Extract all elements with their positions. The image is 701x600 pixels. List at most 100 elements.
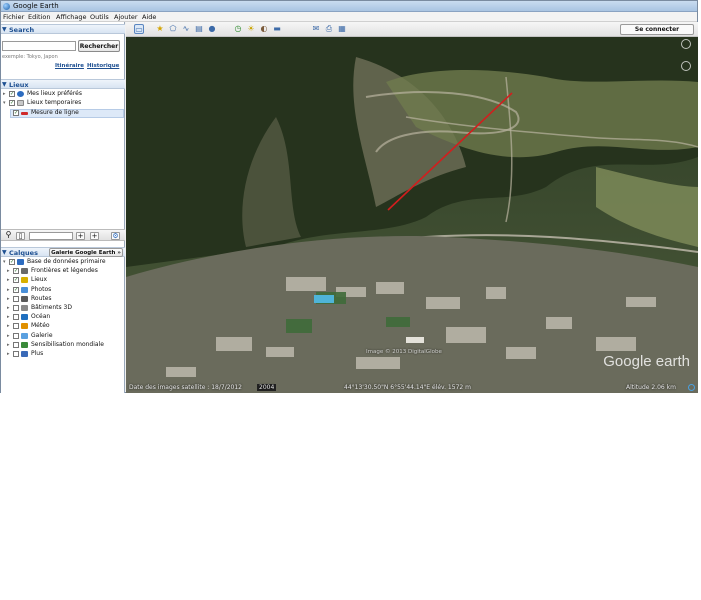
checkbox[interactable] — [13, 351, 19, 357]
search-places-icon[interactable]: ⚲ — [4, 231, 13, 240]
layer-label: Océan — [31, 313, 51, 321]
roads-icon — [21, 295, 28, 302]
checkbox[interactable]: ✓ — [13, 268, 19, 275]
expand-icon[interactable]: ▸ — [7, 287, 10, 293]
menu-outils[interactable]: Outils — [90, 13, 109, 21]
expand-icon[interactable]: ▸ — [7, 342, 10, 348]
layer-label: Plus — [31, 350, 44, 357]
menu-ajouter[interactable]: Ajouter — [114, 13, 138, 21]
expand-icon[interactable]: ▸ — [7, 305, 10, 311]
google-earth-window: Google Earth Fichier Edition Affichage O… — [0, 0, 698, 393]
expand-icon[interactable]: ▾ — [3, 259, 6, 265]
places-options-icon[interactable]: ⚙ — [111, 232, 120, 240]
checkbox[interactable]: ✓ — [9, 259, 15, 265]
imagery-copyright: Image © 2013 DigitalGlobe — [366, 349, 442, 355]
expand-icon[interactable]: ▸ — [7, 277, 10, 283]
print-icon[interactable]: ⎙ — [324, 24, 334, 34]
checkbox[interactable] — [13, 332, 19, 339]
places-filter-input[interactable] — [29, 232, 73, 240]
layer-item[interactable]: ▾ ✓ Base de données primaire — [3, 258, 121, 267]
places-panel-header[interactable]: ▼ Lieux — [1, 79, 125, 89]
search-input[interactable] — [2, 41, 76, 51]
checkbox[interactable]: ✓ — [9, 100, 15, 106]
expand-icon[interactable]: ▸ — [7, 333, 10, 339]
layer-label: Lieux — [31, 276, 48, 284]
layer-item[interactable]: ▸ Océan — [7, 313, 125, 322]
gallery-button[interactable]: Galerie Google Earth » — [49, 248, 123, 257]
search-panel-header[interactable]: ▼ Search — [1, 24, 125, 34]
expand-icon[interactable]: ▸ — [7, 323, 10, 329]
look-joystick-icon[interactable] — [681, 61, 691, 71]
layer-item[interactable]: ▸ ✓ Photos — [7, 286, 125, 295]
imagery-date: Date des images satellite : 18/7/2012 — [129, 384, 242, 391]
ocean-icon — [21, 314, 28, 321]
checkbox[interactable] — [13, 341, 19, 348]
checkbox[interactable] — [13, 314, 19, 321]
sign-in-button[interactable]: Se connecter — [620, 24, 694, 35]
tree-item-temporary-places[interactable]: ▾ ✓ Lieux temporaires — [3, 99, 123, 108]
planets-icon[interactable]: ◐ — [259, 24, 269, 34]
borders-icon — [21, 268, 28, 275]
places-icon — [21, 277, 28, 284]
checkbox[interactable] — [13, 305, 19, 311]
layer-item[interactable]: ▸ Météo — [7, 322, 125, 331]
move-up-icon[interactable]: + — [76, 232, 85, 240]
checkbox[interactable] — [13, 323, 19, 330]
buildings-3d-icon — [21, 305, 28, 311]
checkbox[interactable]: ✓ — [13, 277, 19, 284]
layer-item[interactable]: ▸ Sensibilisation mondiale — [7, 340, 125, 350]
layer-item[interactable]: ▸ ✓ Frontières et légendes — [7, 267, 125, 276]
tree-item-favorite-places[interactable]: ▸ ✓ Mes lieux préférés — [3, 90, 123, 99]
layer-item[interactable]: ▸ ✓ Lieux — [7, 276, 125, 285]
image-overlay-icon[interactable]: ▤ — [194, 24, 204, 34]
compass-icon[interactable] — [681, 39, 691, 49]
navigation-controls[interactable] — [678, 39, 694, 79]
menu-affichage[interactable]: Affichage — [56, 13, 87, 21]
earth-3d-view[interactable]: Google earth Image © 2013 DigitalGlobe D… — [126, 37, 698, 393]
layer-label: Base de données primaire — [27, 258, 106, 265]
path-icon[interactable]: ∿ — [181, 24, 191, 34]
checkbox[interactable]: ✓ — [13, 110, 19, 116]
layer-item[interactable]: ▸ Routes — [7, 294, 125, 304]
layer-item[interactable]: ▸ Bâtiments 3D — [7, 304, 125, 313]
tree-item-line-measure[interactable]: ✓ Mesure de ligne — [11, 109, 121, 118]
layer-item[interactable]: ▸ Galerie — [7, 332, 125, 341]
checkbox[interactable]: ✓ — [9, 91, 15, 97]
placemark-icon[interactable]: ★ — [155, 24, 165, 34]
view-in-maps-icon[interactable]: ▦ — [337, 24, 347, 34]
itinerary-link[interactable]: Itinéraire — [55, 63, 84, 69]
expand-icon[interactable]: ▸ — [3, 91, 6, 97]
expand-icon[interactable]: ▸ — [7, 268, 10, 274]
toggle-panel-icon[interactable]: ▯ — [16, 232, 25, 240]
history-link[interactable]: Historique — [87, 63, 119, 69]
photos-icon — [21, 286, 28, 293]
layer-label: Routes — [31, 294, 52, 302]
expand-icon[interactable]: ▾ — [3, 100, 6, 106]
checkbox[interactable] — [13, 295, 19, 302]
ruler-icon[interactable]: ▬ — [272, 24, 282, 34]
menu-bar: Fichier Edition Affichage Outils Ajouter… — [1, 12, 697, 22]
expand-icon[interactable]: ▸ — [7, 351, 10, 357]
move-down-icon[interactable]: + — [90, 232, 99, 240]
menu-fichier[interactable]: Fichier — [3, 13, 24, 21]
historical-imagery-icon[interactable]: ◷ — [233, 24, 243, 34]
search-button[interactable]: Rechercher — [78, 40, 120, 52]
expand-icon[interactable]: ▸ — [7, 296, 10, 302]
layer-item[interactable]: ▸ Plus — [7, 350, 125, 359]
google-earth-logo-icon — [3, 3, 10, 10]
checkbox[interactable]: ✓ — [13, 286, 19, 293]
email-icon[interactable]: ✉ — [311, 24, 321, 34]
menu-aide[interactable]: Aide — [142, 13, 156, 21]
layer-label: Sensibilisation mondiale — [31, 340, 104, 348]
globe-folder-icon — [17, 91, 24, 97]
sidebar-toggle-icon[interactable]: ▭ — [134, 24, 144, 34]
historical-year-badge[interactable]: 2004 — [257, 384, 277, 391]
menu-edition[interactable]: Edition — [28, 13, 51, 21]
polygon-icon[interactable]: ⬠ — [168, 24, 178, 34]
sunlight-icon[interactable]: ☀ — [246, 24, 256, 34]
expand-icon[interactable]: ▸ — [7, 314, 10, 320]
google-earth-watermark: Google earth — [603, 353, 690, 370]
tour-record-icon[interactable]: ● — [207, 24, 217, 34]
gallery-icon — [21, 332, 28, 339]
more-icon — [21, 351, 28, 357]
